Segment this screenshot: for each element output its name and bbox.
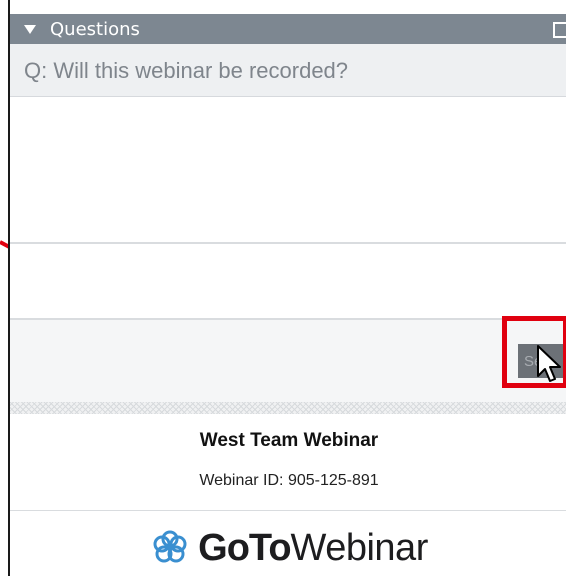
flower-icon: [153, 530, 187, 563]
mouse-cursor-icon: [537, 345, 561, 382]
question-input[interactable]: [10, 244, 566, 318]
question-display: Q: Will this webinar be recorded?: [10, 44, 566, 97]
gotowebinar-logo: GoTo Webinar: [10, 520, 566, 576]
resize-handle[interactable]: [10, 402, 566, 414]
webinar-id: Webinar ID: 905-125-891: [199, 472, 379, 489]
questions-header[interactable]: Questions: [10, 14, 566, 44]
popout-icon[interactable]: [553, 22, 566, 38]
logo-webinar-text: Webinar: [290, 526, 429, 569]
divider: [10, 510, 566, 511]
questions-panel: Questions Q: Will this webinar be record…: [8, 0, 566, 576]
logo-goto-text: GoTo: [198, 526, 291, 569]
panel-title: Questions: [50, 18, 140, 40]
question-text: Q: Will this webinar be recorded?: [24, 58, 349, 83]
webinar-name: West Team Webinar: [199, 430, 379, 451]
send-bar: [10, 320, 566, 402]
webinar-info: West Team Webinar Webinar ID: 905-125-89…: [10, 414, 566, 510]
collapse-triangle-icon[interactable]: [24, 24, 36, 34]
answer-area: [10, 97, 566, 242]
